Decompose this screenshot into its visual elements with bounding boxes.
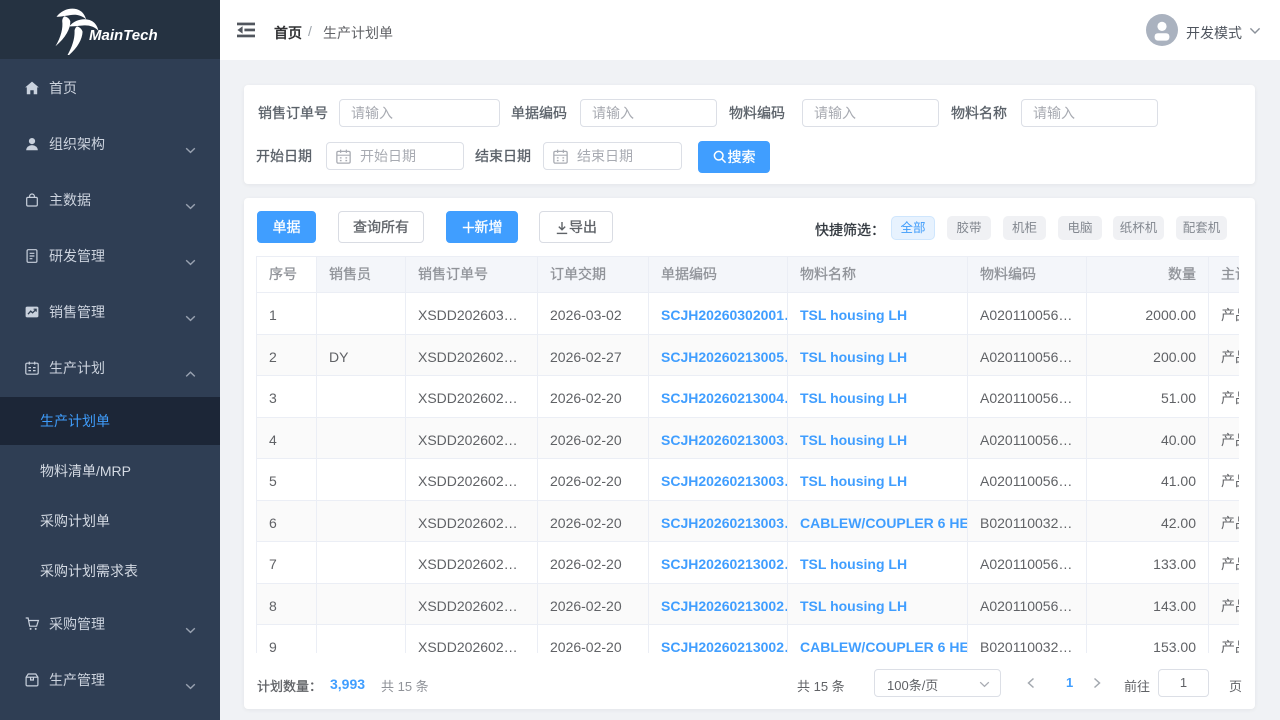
svg-text:MainTech: MainTech [89, 27, 158, 44]
